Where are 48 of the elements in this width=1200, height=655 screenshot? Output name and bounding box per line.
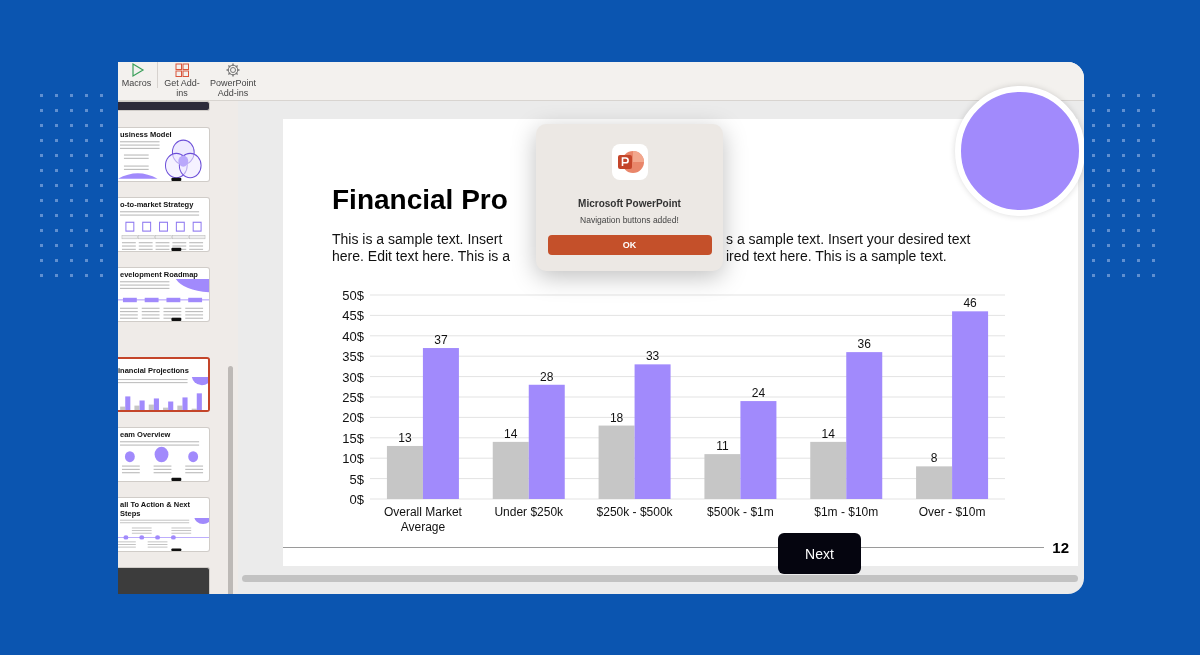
data-label: 11 — [716, 439, 729, 454]
axis-label: 0$ — [349, 492, 364, 507]
dialog-message: Navigation buttons added! — [580, 215, 679, 225]
data-label: 46 — [963, 296, 977, 311]
axis-label: 15$ — [342, 430, 364, 446]
axis-label: 35$ — [342, 349, 364, 365]
body-text: here. Edit text here. This is a — [332, 248, 511, 265]
data-label: 18 — [609, 410, 624, 425]
category-label: Over - $10m — [918, 505, 986, 519]
category-label: Overall Market Average — [383, 505, 462, 534]
axis-label: 30$ — [342, 369, 364, 385]
data-label: 36 — [857, 337, 871, 352]
slide-thumbnail[interactable] — [118, 101, 210, 111]
category-label: Under $250k — [494, 505, 564, 519]
dialog-title: Microsoft PowerPoint — [578, 198, 681, 209]
category-label: $500k - $1m — [707, 505, 774, 519]
axis-label: 5$ — [349, 471, 364, 487]
body-text: s a sample text. Insert your desired text — [726, 231, 971, 248]
scrollbar-thumb[interactable] — [242, 575, 1078, 582]
data-label: 14 — [821, 426, 835, 441]
data-label: 8 — [930, 451, 938, 466]
body-text: This is a sample text. Insert — [332, 231, 504, 248]
data-label: 13 — [398, 430, 412, 445]
body-text: ired text here. This is a sample text. — [726, 248, 948, 265]
axis-label: 25$ — [342, 390, 364, 405]
data-label: 37 — [434, 333, 448, 348]
category-label: $250k - $500k — [596, 505, 673, 519]
settings-icon — [225, 62, 241, 78]
data-label: 24 — [751, 386, 766, 401]
get-add-ins-button[interactable]: Get Add-ins — [164, 62, 200, 98]
app-icon — [611, 144, 648, 180]
ok-button[interactable]: OK — [547, 235, 712, 255]
category-label: $1m - $10m — [814, 505, 879, 519]
grid-icon — [174, 62, 190, 78]
axis-label: 10$ — [342, 451, 364, 467]
axis-label: 40$ — [342, 328, 364, 344]
data-label: 14 — [504, 426, 518, 441]
next-button[interactable]: Next — [778, 533, 861, 574]
data-label: 28 — [540, 369, 554, 384]
scrollbar-thumb[interactable] — [228, 366, 233, 594]
macros-button[interactable]: Macros — [120, 62, 158, 88]
axis-label: 20$ — [342, 410, 364, 426]
axis-label: 50$ — [342, 288, 364, 303]
slide-title: Financial Pro — [332, 183, 509, 217]
data-label: 33 — [645, 349, 660, 364]
add-ins-button[interactable]: PowerPoint Add-ins — [206, 62, 260, 98]
axis-label: 45$ — [342, 308, 364, 324]
page-number: 12 — [1052, 539, 1069, 556]
